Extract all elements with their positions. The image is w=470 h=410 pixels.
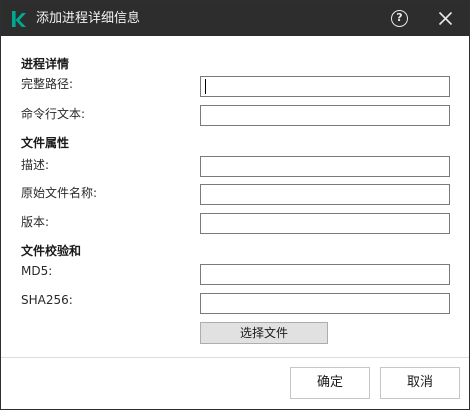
original-file-name-input[interactable] (200, 184, 450, 205)
version-label: 版本: (21, 215, 50, 229)
md5-input[interactable] (200, 264, 450, 285)
full-path-label: 完整路径: (21, 77, 74, 91)
help-button[interactable]: ? (391, 10, 408, 27)
ok-button[interactable]: 确定 (290, 367, 370, 399)
section-file-checksum: 文件校验和 (21, 244, 82, 258)
footer-divider (1, 357, 469, 358)
section-process-details: 进程详情 (21, 57, 70, 71)
md5-label: MD5: (21, 264, 53, 278)
section-file-attributes: 文件属性 (21, 136, 70, 150)
title-bar: 添加进程详细信息 ? (1, 1, 469, 36)
original-file-name-label: 原始文件名称: (21, 186, 98, 200)
command-line-input[interactable] (200, 105, 450, 126)
command-line-label: 命令行文本: (21, 107, 86, 121)
add-process-details-dialog: 添加进程详细信息 ? 进程详情 完整路径: 命令行文本: 文件属性 描述: 原始… (0, 0, 470, 410)
sha256-input[interactable] (200, 293, 450, 314)
text-caret (205, 79, 206, 94)
help-circle-icon: ? (396, 11, 403, 24)
description-input[interactable] (200, 156, 450, 177)
dialog-title: 添加进程详细信息 (36, 11, 141, 26)
cancel-button[interactable]: 取消 (380, 367, 460, 399)
kaspersky-logo-icon (12, 11, 26, 27)
sha256-label: SHA256: (21, 293, 73, 307)
close-icon[interactable] (438, 11, 453, 26)
description-label: 描述: (21, 158, 50, 172)
version-input[interactable] (200, 213, 450, 234)
full-path-input[interactable] (200, 76, 450, 97)
choose-file-button[interactable]: 选择文件 (200, 322, 328, 344)
